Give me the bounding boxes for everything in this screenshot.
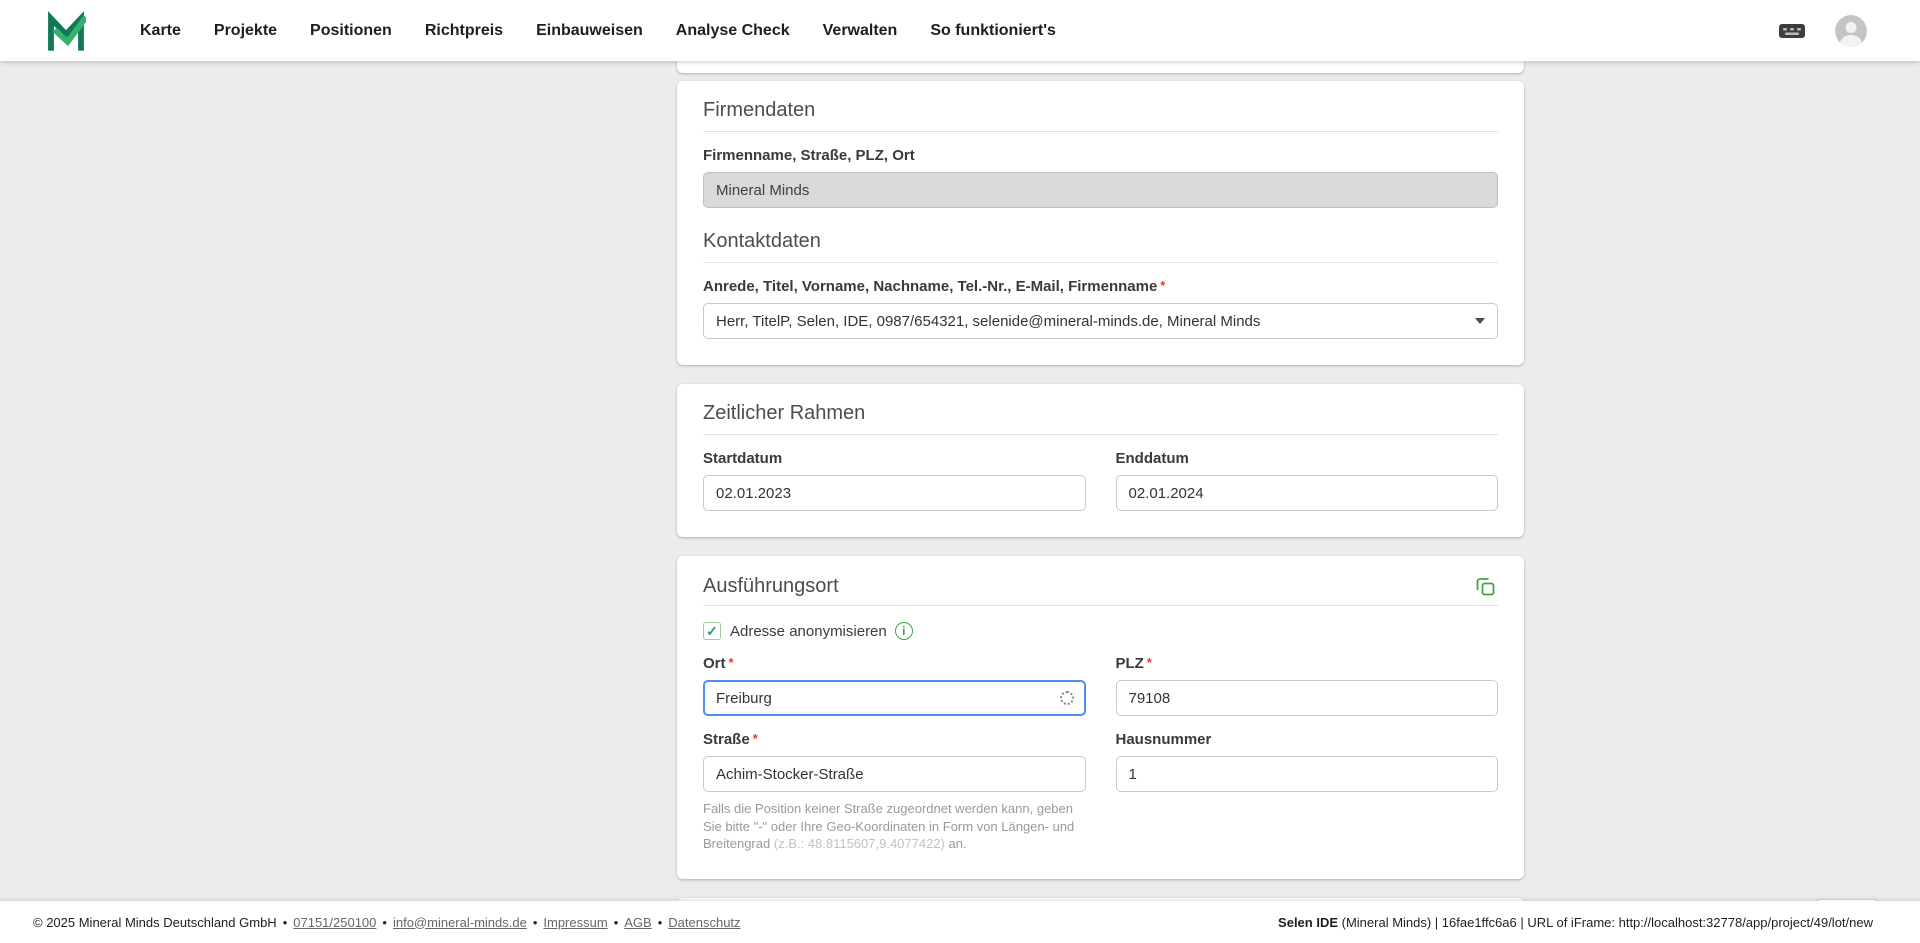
plz-field: PLZ*	[1116, 640, 1499, 716]
nav-item-positionen[interactable]: Positionen	[310, 22, 392, 40]
user-avatar[interactable]	[1835, 15, 1867, 47]
card-zeitlicher-rahmen: Zeitlicher Rahmen Startdatum Enddatum	[677, 384, 1524, 537]
enddatum-input[interactable]	[1116, 475, 1499, 511]
chevron-down-icon	[1475, 318, 1485, 324]
strasse-hint: Falls die Position keiner Straße zugeord…	[703, 800, 1086, 853]
startdatum-field: Startdatum	[703, 435, 1086, 511]
card-firmendaten: Firmendaten Firmenname, Straße, PLZ, Ort…	[677, 81, 1524, 365]
required-marker: *	[1160, 278, 1165, 293]
required-marker: *	[753, 731, 758, 746]
server-icon[interactable]	[1777, 19, 1807, 43]
section-title-zeitlicher-rahmen: Zeitlicher Rahmen	[703, 402, 1498, 435]
footer: © 2025 Mineral Minds Deutschland GmbH • …	[0, 901, 1920, 943]
form-column: Firmendaten Firmenname, Straße, PLZ, Ort…	[677, 61, 1524, 901]
firmenname-input	[703, 172, 1498, 208]
footer-separator: •	[533, 915, 538, 930]
anonymize-label: Adresse anonymisieren	[730, 623, 887, 640]
mineral-minds-logo-icon	[46, 11, 86, 51]
help-button[interactable]: Hilfe?	[1817, 899, 1877, 901]
hausnummer-input[interactable]	[1116, 756, 1499, 792]
footer-separator: •	[614, 915, 619, 930]
strasse-hint-suffix: an.	[945, 836, 967, 851]
hausnummer-field: Hausnummer	[1116, 716, 1499, 853]
footer-link-email[interactable]: info@mineral-minds.de	[393, 915, 527, 930]
hausnummer-label: Hausnummer	[1116, 731, 1499, 748]
strasse-input[interactable]	[703, 756, 1086, 792]
startdatum-label: Startdatum	[703, 450, 1086, 467]
plz-label-text: PLZ	[1116, 655, 1144, 672]
footer-copyright: © 2025 Mineral Minds Deutschland GmbH	[33, 915, 277, 930]
section-title-firmendaten: Firmendaten	[703, 99, 1498, 132]
main-nav: Karte Projekte Positionen Richtpreis Ein…	[140, 22, 1056, 40]
hausnummer-label-text: Hausnummer	[1116, 731, 1212, 748]
ausfuehrungsort-header: Ausführungsort	[703, 574, 1498, 606]
required-marker: *	[1147, 655, 1152, 670]
required-marker: *	[729, 655, 734, 670]
kontakt-label-text: Anrede, Titel, Vorname, Nachname, Tel.-N…	[703, 278, 1157, 295]
footer-left: © 2025 Mineral Minds Deutschland GmbH • …	[33, 915, 741, 930]
nav-item-einbauweisen[interactable]: Einbauweisen	[536, 22, 643, 40]
enddatum-field: Enddatum	[1116, 435, 1499, 511]
card-previous-partial	[677, 61, 1524, 73]
plz-input[interactable]	[1116, 680, 1499, 716]
nav-item-analyse-check[interactable]: Analyse Check	[676, 22, 790, 40]
enddatum-label-text: Enddatum	[1116, 450, 1189, 467]
ort-label: Ort*	[703, 655, 1086, 672]
kontakt-label: Anrede, Titel, Vorname, Nachname, Tel.-N…	[703, 278, 1498, 295]
info-icon[interactable]: i	[895, 622, 913, 640]
loading-spinner-icon	[1060, 691, 1074, 705]
footer-separator: •	[658, 915, 663, 930]
app-logo[interactable]	[46, 11, 86, 51]
ort-input[interactable]	[703, 680, 1086, 716]
check-icon: ✓	[706, 624, 718, 638]
kontakt-select[interactable]: Herr, TitelP, Selen, IDE, 0987/654321, s…	[703, 303, 1498, 339]
startdatum-input[interactable]	[703, 475, 1086, 511]
footer-link-datenschutz[interactable]: Datenschutz	[668, 915, 740, 930]
copy-icon[interactable]	[1473, 574, 1498, 599]
card-ausfuehrungsort: Ausführungsort ✓ Adresse anonymisieren i	[677, 556, 1524, 879]
main-content: Firmendaten Firmenname, Straße, PLZ, Ort…	[0, 61, 1920, 901]
footer-separator: •	[382, 915, 387, 930]
footer-link-phone[interactable]: 07151/250100	[293, 915, 376, 930]
section-title-ausfuehrungsort: Ausführungsort	[703, 575, 839, 598]
ort-field: Ort*	[703, 640, 1086, 716]
footer-ide-details: (Mineral Minds) | 16fae1ffc6a6 | URL of …	[1338, 915, 1873, 930]
info-icon-glyph: i	[902, 624, 905, 638]
firmenname-label: Firmenname, Straße, PLZ, Ort	[703, 147, 1498, 164]
firmenname-label-text: Firmenname, Straße, PLZ, Ort	[703, 147, 915, 164]
footer-separator: •	[283, 915, 288, 930]
strasse-hint-coords: (z.B.: 48.8115607,9.4077422)	[774, 836, 945, 851]
strasse-label: Straße*	[703, 731, 1086, 748]
ort-label-text: Ort	[703, 655, 726, 672]
navbar-right	[1777, 15, 1867, 47]
strasse-field: Straße* Falls die Position keiner Straße…	[703, 716, 1086, 853]
kontakt-select-value: Herr, TitelP, Selen, IDE, 0987/654321, s…	[716, 313, 1260, 330]
nav-item-verwalten[interactable]: Verwalten	[823, 22, 898, 40]
anonymize-row: ✓ Adresse anonymisieren i	[703, 622, 1498, 640]
enddatum-label: Enddatum	[1116, 450, 1499, 467]
nav-item-so-funktionierts[interactable]: So funktioniert's	[930, 22, 1056, 40]
footer-link-impressum[interactable]: Impressum	[543, 915, 607, 930]
nav-item-karte[interactable]: Karte	[140, 22, 181, 40]
nav-item-projekte[interactable]: Projekte	[214, 22, 277, 40]
navbar: Karte Projekte Positionen Richtpreis Ein…	[0, 0, 1920, 61]
startdatum-label-text: Startdatum	[703, 450, 782, 467]
nav-item-richtpreis[interactable]: Richtpreis	[425, 22, 503, 40]
strasse-label-text: Straße	[703, 731, 750, 748]
anonymize-checkbox[interactable]: ✓	[703, 622, 721, 640]
plz-label: PLZ*	[1116, 655, 1499, 672]
footer-ide-name: Selen IDE	[1278, 915, 1338, 930]
footer-debug-info: Selen IDE (Mineral Minds) | 16fae1ffc6a6…	[1278, 915, 1873, 930]
footer-link-agb[interactable]: AGB	[624, 915, 651, 930]
section-title-kontaktdaten: Kontaktdaten	[703, 230, 1498, 263]
